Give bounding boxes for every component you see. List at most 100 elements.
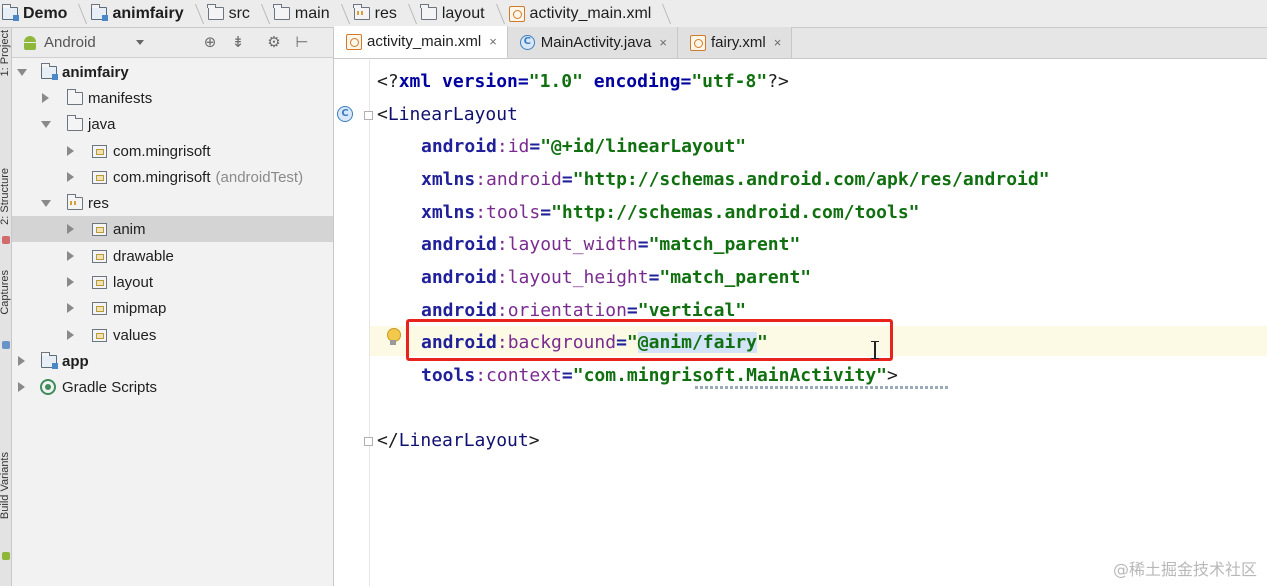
captures-icon bbox=[2, 236, 10, 244]
hide-panel-icon[interactable]: ⊢ bbox=[294, 34, 310, 51]
tree-item-com-mingrisoft[interactable]: com.mingrisoft bbox=[12, 138, 333, 164]
expand-arrow-icon[interactable] bbox=[67, 224, 74, 234]
code-line-linearlayout-close: </LinearLayout> bbox=[377, 430, 540, 451]
tree-item-java[interactable]: java bbox=[12, 111, 333, 137]
resource-folder-icon bbox=[353, 4, 370, 20]
close-icon[interactable]: × bbox=[774, 35, 782, 50]
tab-activity-main-xml[interactable]: activity_main.xml × bbox=[334, 26, 508, 58]
folder-icon bbox=[66, 114, 83, 131]
lightbulb-icon[interactable] bbox=[387, 328, 401, 346]
expand-arrow-icon[interactable] bbox=[67, 330, 74, 340]
gradle-icon bbox=[40, 379, 56, 395]
breadcrumb-item-demo[interactable]: Demo bbox=[1, 0, 91, 28]
code-line-linearlayout-open: <LinearLayout bbox=[377, 104, 518, 125]
close-icon[interactable]: × bbox=[659, 35, 667, 50]
structure-tool-button[interactable]: 2: Structure bbox=[0, 168, 11, 225]
expand-arrow-icon[interactable] bbox=[67, 146, 74, 156]
package-icon bbox=[92, 144, 107, 158]
expand-arrow-icon[interactable] bbox=[67, 251, 74, 261]
xml-file-icon bbox=[508, 5, 525, 22]
breadcrumb-item-res[interactable]: res bbox=[353, 0, 421, 28]
breadcrumb-separator bbox=[490, 0, 502, 28]
breadcrumb-separator bbox=[255, 0, 267, 28]
expand-arrow-icon[interactable] bbox=[41, 200, 51, 207]
red-annotation-box bbox=[406, 319, 893, 361]
tree-item-res[interactable]: res bbox=[12, 190, 333, 216]
watermark: @稀土掘金技术社区 bbox=[1112, 560, 1257, 579]
breadcrumb-separator bbox=[189, 0, 201, 28]
tool-window-strip: 1: Project 2: Structure Captures Build V… bbox=[0, 28, 12, 586]
resource-folder-icon bbox=[92, 222, 107, 236]
build-variants-icon bbox=[2, 341, 10, 349]
breadcrumb-item-src[interactable]: src bbox=[207, 0, 274, 28]
resource-folder-icon bbox=[66, 193, 83, 210]
expand-arrow-icon[interactable] bbox=[17, 69, 27, 76]
fold-marker-icon[interactable] bbox=[364, 437, 373, 446]
java-class-icon: C bbox=[519, 35, 535, 50]
module-folder-icon bbox=[40, 351, 58, 369]
expand-arrow-icon[interactable] bbox=[67, 303, 74, 313]
xml-file-icon bbox=[689, 34, 706, 51]
code-line-xmlns-android: xmlns:android="http://schemas.android.co… bbox=[421, 169, 1050, 190]
breadcrumb-separator bbox=[72, 0, 84, 28]
expand-arrow-icon[interactable] bbox=[18, 356, 25, 366]
expand-arrow-icon[interactable] bbox=[67, 172, 74, 182]
expand-arrow-icon[interactable] bbox=[42, 93, 49, 103]
expand-arrow-icon[interactable] bbox=[18, 382, 25, 392]
code-line-android-id: android:id="@+id/linearLayout" bbox=[421, 136, 747, 157]
android-icon bbox=[22, 35, 38, 50]
module-folder-icon bbox=[40, 62, 58, 80]
code-line-xmlns-tools: xmlns:tools="http://schemas.android.com/… bbox=[421, 202, 920, 223]
resource-folder-icon bbox=[92, 275, 107, 289]
crosshair-icon[interactable]: ⊕ bbox=[202, 34, 218, 51]
editor-tab-bar: activity_main.xml × C MainActivity.java … bbox=[334, 26, 1267, 59]
breadcrumb-item-layout[interactable]: layout bbox=[420, 0, 509, 28]
folder-icon bbox=[273, 4, 290, 20]
gear-icon[interactable]: ⚙ bbox=[266, 34, 282, 51]
breadcrumb-separator bbox=[335, 0, 347, 28]
code-line-layout-height: android:layout_height="match_parent" bbox=[421, 267, 812, 288]
class-marker-icon[interactable]: C bbox=[337, 106, 353, 122]
fold-marker-icon[interactable] bbox=[364, 111, 373, 120]
tab-fairy-xml[interactable]: fairy.xml × bbox=[677, 27, 793, 58]
tree-item-anim[interactable]: anim bbox=[12, 216, 333, 242]
chevron-down-icon[interactable] bbox=[136, 40, 144, 45]
project-panel: Android ⊕ ⇟ ⚙ ⊢ animfairy manifests java… bbox=[12, 28, 334, 586]
text-cursor-icon bbox=[871, 341, 879, 359]
resource-folder-icon bbox=[92, 249, 107, 263]
android-icon bbox=[2, 552, 10, 560]
close-icon[interactable]: × bbox=[489, 34, 497, 49]
tree-item-values[interactable]: values bbox=[12, 322, 333, 348]
breadcrumb: Demo animfairy src main res layout activ… bbox=[0, 0, 1267, 28]
folder-icon bbox=[207, 4, 224, 20]
project-view-select[interactable]: Android bbox=[44, 34, 136, 51]
breadcrumb-separator bbox=[402, 0, 414, 28]
xml-file-icon bbox=[346, 33, 362, 50]
build-variants-tool-button[interactable]: Build Variants bbox=[0, 452, 11, 519]
captures-tool-button[interactable]: Captures bbox=[0, 270, 11, 315]
expand-arrow-icon[interactable] bbox=[67, 277, 74, 287]
tree-item-drawable[interactable]: drawable bbox=[12, 243, 333, 269]
code-line-layout-width: android:layout_width="match_parent" bbox=[421, 234, 801, 255]
project-panel-toolbar: Android ⊕ ⇟ ⚙ ⊢ bbox=[12, 28, 333, 58]
tree-item-app[interactable]: app bbox=[12, 348, 333, 374]
breadcrumb-item-main[interactable]: main bbox=[273, 0, 354, 28]
tree-item-animfairy[interactable]: animfairy bbox=[12, 59, 333, 85]
breadcrumb-item-animfairy[interactable]: animfairy bbox=[90, 0, 207, 28]
tab-mainactivity-java[interactable]: C MainActivity.java × bbox=[507, 27, 678, 58]
tree-item-gradle-scripts[interactable]: Gradle Scripts bbox=[12, 374, 333, 400]
tree-item-com-mingrisoft-androidtest[interactable]: com.mingrisoft (androidTest) bbox=[12, 164, 333, 190]
resource-folder-icon bbox=[92, 301, 107, 315]
code-editor[interactable]: C <?xml version="1.0" encoding="utf-8"?>… bbox=[334, 60, 1267, 586]
package-icon bbox=[92, 170, 107, 184]
editor-gutter: C bbox=[334, 60, 370, 586]
collapse-all-icon[interactable]: ⇟ bbox=[230, 34, 246, 51]
code-line-xml-declaration: <?xml version="1.0" encoding="utf-8"?> bbox=[377, 71, 789, 92]
breadcrumb-separator bbox=[656, 0, 668, 28]
breadcrumb-item-activity-main-xml[interactable]: activity_main.xml bbox=[508, 0, 676, 28]
expand-arrow-icon[interactable] bbox=[41, 121, 51, 128]
tree-item-layout[interactable]: layout bbox=[12, 269, 333, 295]
tree-item-mipmap[interactable]: mipmap bbox=[12, 295, 333, 321]
tree-item-manifests[interactable]: manifests bbox=[12, 85, 333, 111]
project-tool-button[interactable]: 1: Project bbox=[0, 30, 11, 76]
